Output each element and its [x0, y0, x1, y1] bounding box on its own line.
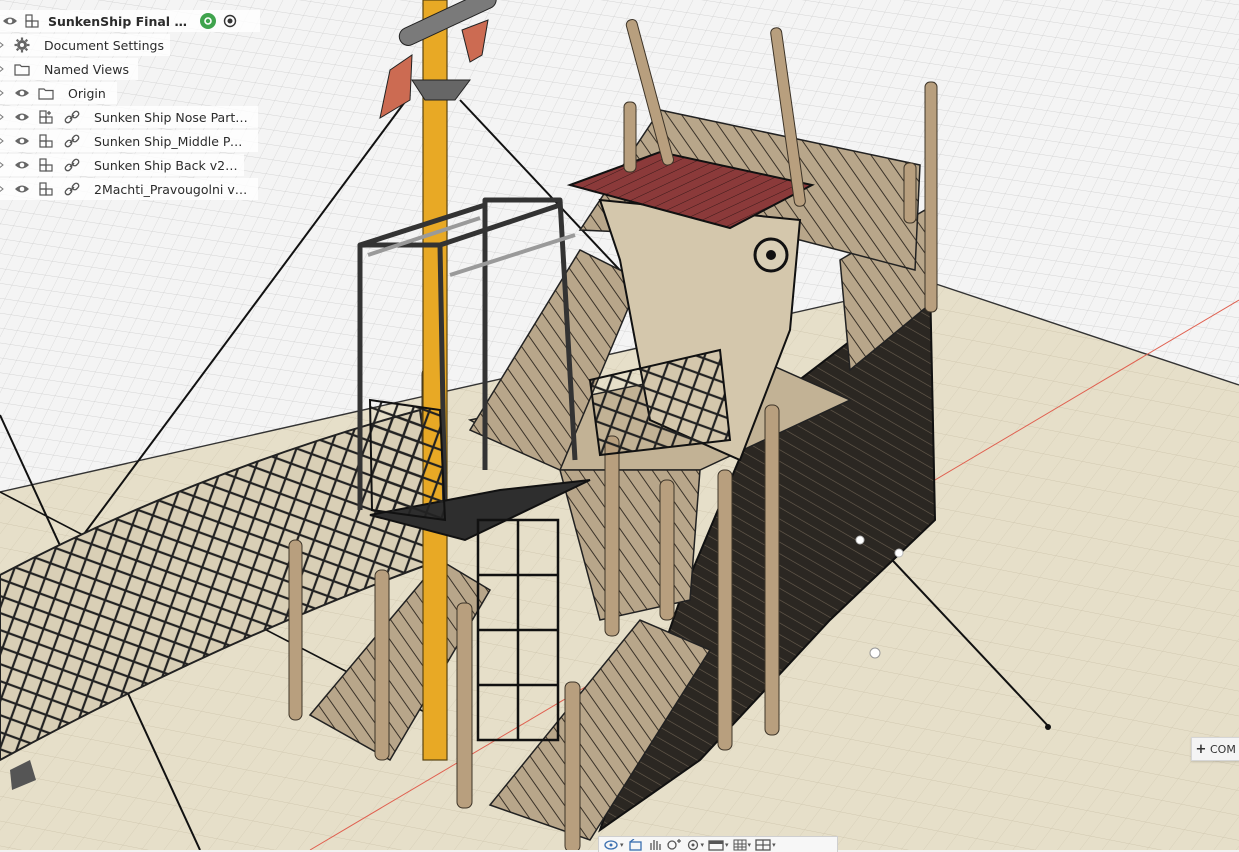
browser-item-component[interactable]: Sunken Ship_Middle Part ...: [0, 130, 258, 152]
link-icon: [64, 157, 80, 173]
eye-icon[interactable]: [14, 109, 30, 125]
zoom-icon[interactable]: [666, 838, 682, 852]
component-icon: [38, 109, 54, 125]
browser-item-label: Sunken Ship Nose Part v3...: [94, 109, 250, 125]
folder-icon: [38, 85, 54, 101]
eye-icon[interactable]: [14, 85, 30, 101]
browser-item-label: Named Views: [44, 61, 129, 77]
component-icon: [38, 133, 54, 149]
eye-icon[interactable]: [14, 181, 30, 197]
browser-item-component[interactable]: Sunken Ship Back v22:1: [0, 154, 244, 176]
browser-item-label: Document Settings: [44, 37, 165, 53]
comments-label: COM: [1210, 742, 1236, 756]
eye-icon[interactable]: [14, 133, 30, 149]
chevron-right-icon[interactable]: [0, 37, 6, 53]
browser-item-named-views[interactable]: Named Views: [0, 58, 138, 80]
browser-item-label: 2Machti_Pravougolni v5 :...: [94, 181, 250, 197]
viewports-icon[interactable]: ▾: [755, 838, 776, 852]
chevron-right-icon[interactable]: [0, 133, 6, 149]
chevron-right-icon[interactable]: [0, 157, 6, 173]
chevron-right-icon[interactable]: [0, 109, 6, 125]
chevron-right-icon[interactable]: [0, 181, 6, 197]
browser-item-label: Origin: [68, 85, 106, 101]
grid-icon[interactable]: ▾: [733, 838, 751, 852]
browser-root[interactable]: SunkenShip Final Assen...: [0, 10, 260, 32]
link-icon: [64, 109, 80, 125]
plus-icon[interactable]: +: [1192, 742, 1210, 757]
chevron-right-icon[interactable]: [0, 61, 6, 77]
chevron-right-icon[interactable]: [0, 85, 6, 101]
component-icon: [38, 181, 54, 197]
status-badge-icon[interactable]: [200, 13, 216, 29]
browser-item-origin[interactable]: Origin: [0, 82, 117, 104]
browser-item-label: Sunken Ship Back v22:1: [94, 157, 244, 173]
eye-icon[interactable]: [14, 157, 30, 173]
orbit-icon[interactable]: ▾: [603, 838, 624, 852]
comments-panel-toggle[interactable]: + COM: [1191, 737, 1239, 761]
browser-item-component[interactable]: 2Machti_Pravougolni v5 :...: [0, 178, 258, 200]
look-at-icon[interactable]: [628, 838, 644, 852]
gear-icon: [14, 37, 30, 53]
browser-item-component[interactable]: Sunken Ship Nose Part v3...: [0, 106, 258, 128]
browser-item-document-settings[interactable]: Document Settings: [0, 34, 170, 56]
display-settings-icon[interactable]: ▾: [708, 838, 729, 852]
browser-item-label: Sunken Ship_Middle Part ...: [94, 133, 250, 149]
root-label: SunkenShip Final Assen...: [48, 13, 194, 29]
fit-icon[interactable]: ▾: [686, 838, 704, 852]
link-icon: [64, 133, 80, 149]
eye-icon[interactable]: [2, 13, 18, 29]
assembly-icon: [24, 13, 40, 29]
activate-radio-icon[interactable]: [222, 13, 238, 29]
folder-icon: [14, 61, 30, 77]
pan-icon[interactable]: [648, 838, 662, 852]
link-icon: [64, 181, 80, 197]
component-icon: [38, 157, 54, 173]
